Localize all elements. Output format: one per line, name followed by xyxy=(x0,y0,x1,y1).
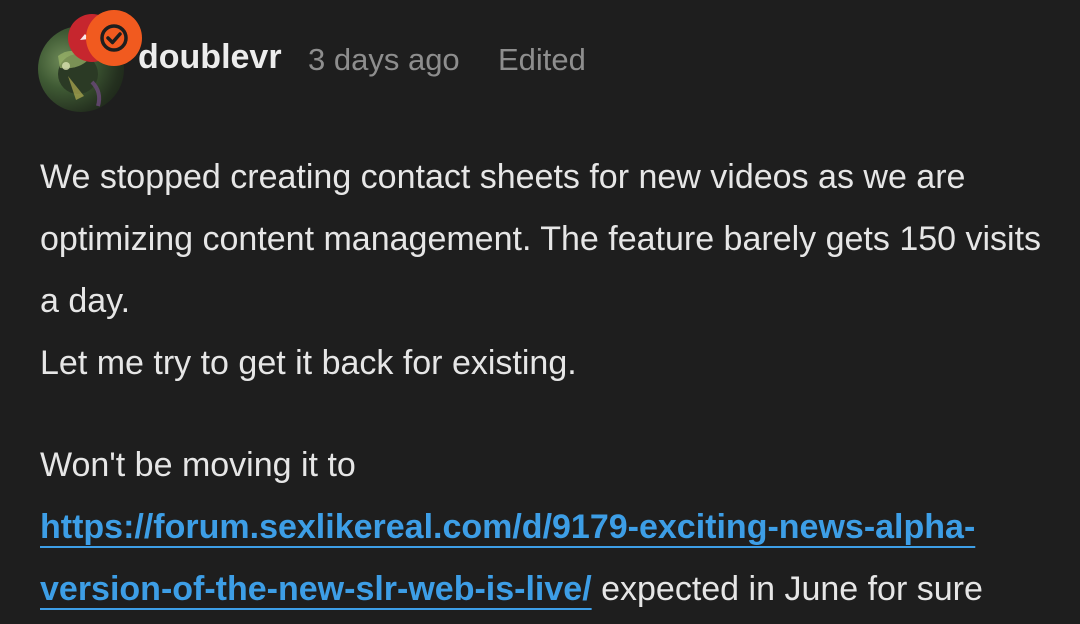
check-circle-icon xyxy=(86,10,142,66)
comment-timestamp[interactable]: 3 days ago xyxy=(308,42,460,78)
comment-text-line-2: Let me try to get it back for existing. xyxy=(40,344,577,382)
comment-text-suffix: expected in June for sure xyxy=(601,570,983,608)
author-name[interactable]: doublevr xyxy=(138,38,282,77)
comment-header: doublevr 3 days ago Edited xyxy=(38,10,1038,112)
comment: doublevr 3 days ago Edited We stopped cr… xyxy=(0,0,1080,624)
comment-text-line-1: We stopped creating contact sheets for n… xyxy=(40,158,1042,320)
comment-paragraph-1: We stopped creating contact sheets for n… xyxy=(40,146,1050,394)
comment-paragraph-2: Won't be moving it to https://forum.sexl… xyxy=(40,434,1050,620)
comment-text-prefix: Won't be moving it to xyxy=(40,446,356,484)
comment-body: We stopped creating contact sheets for n… xyxy=(40,146,1050,620)
edited-label: Edited xyxy=(498,42,586,77)
